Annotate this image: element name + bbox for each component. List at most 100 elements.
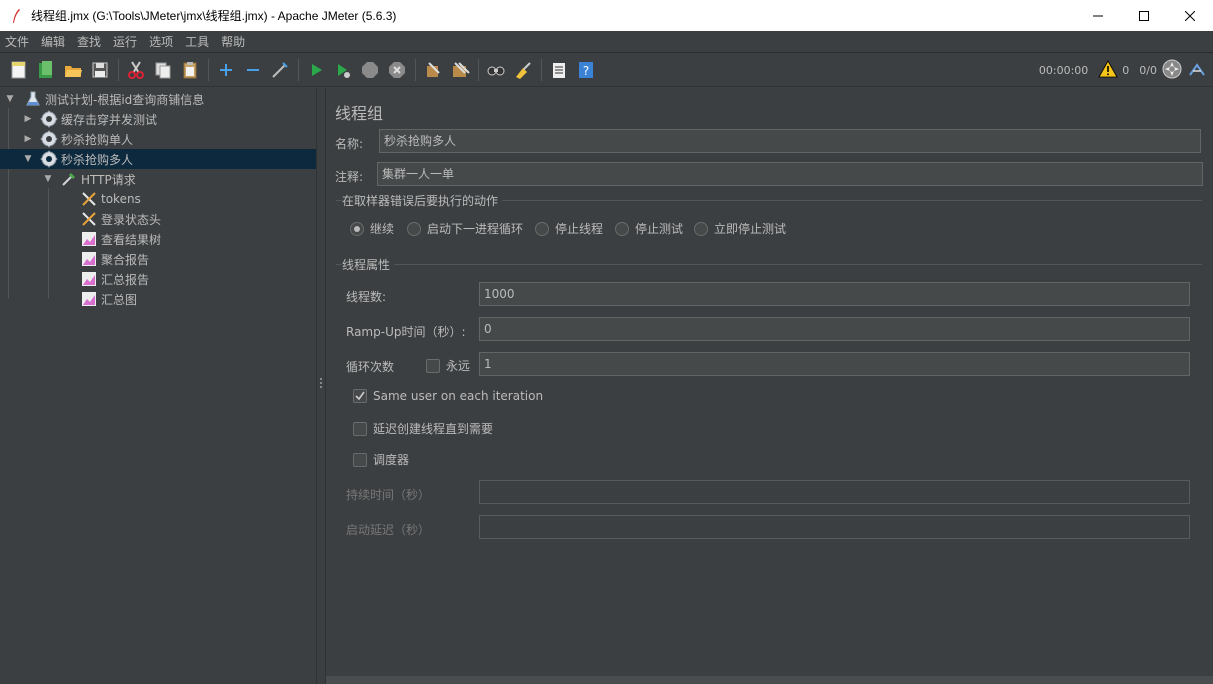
delay-thread-creation-checkbox[interactable]: 延迟创建线程直到需要: [353, 420, 493, 437]
tree-node-label: 测试计划-根据id查询商铺信息: [45, 92, 205, 107]
tree-node-label: 汇总报告: [101, 272, 150, 287]
save-icon[interactable]: [87, 57, 113, 83]
search-icon[interactable]: [483, 57, 509, 83]
horizontal-scrollbar[interactable]: [326, 676, 1213, 684]
jmeter-feather-icon: [9, 8, 23, 24]
same-user-checkbox[interactable]: Same user on each iteration: [353, 389, 543, 403]
rampup-field[interactable]: 0: [479, 317, 1190, 341]
startup-delay-field[interactable]: [479, 515, 1190, 539]
checkbox-box: [353, 421, 367, 436]
checkbox-label: 调度器: [373, 453, 410, 467]
duration-field[interactable]: [479, 480, 1190, 504]
panel-splitter[interactable]: [316, 88, 326, 684]
tree-node-label: HTTP请求: [81, 172, 136, 187]
radio-circle: [694, 221, 708, 236]
gear-icon: [40, 110, 58, 128]
tree-node-thread-group-multi[interactable]: ▼ 秒杀抢购多人: [0, 149, 316, 169]
clear-all-icon[interactable]: [447, 57, 473, 83]
clear-icon[interactable]: [420, 57, 446, 83]
cut-icon[interactable]: [123, 57, 149, 83]
menu-tools[interactable]: 工具: [179, 31, 215, 53]
tree-node-summary-report[interactable]: 汇总报告: [0, 269, 316, 289]
start-icon[interactable]: [303, 57, 329, 83]
startup-delay-label: 启动延迟（秒）: [346, 523, 431, 537]
tree-node-thread-group-single[interactable]: ▶ 秒杀抢购单人: [0, 129, 316, 149]
menu-run[interactable]: 运行: [107, 31, 143, 53]
tree-node-label: 登录状态头: [101, 212, 162, 227]
open-icon[interactable]: [60, 57, 86, 83]
collapse-all-icon[interactable]: [240, 57, 266, 83]
comment-label: 注释:: [335, 170, 364, 184]
tree-node-summary-graph[interactable]: 汇总图: [0, 289, 316, 309]
gear-icon: [40, 130, 58, 148]
paste-icon[interactable]: [177, 57, 203, 83]
chevron-right-icon[interactable]: ▶: [22, 133, 34, 145]
splitter-grip[interactable]: [320, 378, 323, 392]
toggle-icon[interactable]: [267, 57, 293, 83]
window-title: 线程组.jmx (G:\Tools\JMeter\jmx\线程组.jmx) - …: [31, 9, 397, 23]
elapsed-time: 00:00:00: [1038, 63, 1089, 77]
comment-field[interactable]: 集群一人一单: [377, 162, 1203, 186]
stop-icon[interactable]: [357, 57, 383, 83]
flask-icon: [24, 90, 42, 108]
radio-continue[interactable]: 继续: [350, 220, 394, 237]
radio-stop-thread[interactable]: 停止线程: [535, 220, 603, 237]
remote-engine-icon[interactable]: [1161, 58, 1183, 83]
help-icon[interactable]: ?: [573, 57, 599, 83]
chevron-down-icon[interactable]: ▼: [22, 153, 34, 165]
menu-edit[interactable]: 编辑: [35, 31, 71, 53]
threads-field[interactable]: 1000: [479, 282, 1190, 306]
templates-icon[interactable]: [33, 57, 59, 83]
threads-label: 线程数:: [346, 290, 387, 304]
shutdown-icon[interactable]: [384, 57, 410, 83]
minimize-button[interactable]: [1075, 0, 1121, 31]
forever-checkbox[interactable]: 永远: [426, 357, 470, 374]
tree-node-label: 缓存击穿并发测试: [61, 112, 158, 127]
tree-node-thread-group-cache[interactable]: ▶ 缓存击穿并发测试: [0, 109, 316, 129]
menu-help[interactable]: 帮助: [215, 31, 251, 53]
menu-search[interactable]: 查找: [71, 31, 107, 53]
warning-icon[interactable]: [1098, 59, 1118, 81]
tools-icon: [80, 190, 98, 208]
tools-icon: [80, 210, 98, 228]
function-helper-icon[interactable]: [546, 57, 572, 83]
tree-node-http-request[interactable]: ▼ HTTP请求: [0, 169, 316, 189]
radio-stop-test[interactable]: 停止测试: [615, 220, 683, 237]
chevron-down-icon[interactable]: ▼: [42, 173, 54, 185]
toolbar: ? 00:00:00 0 0/0: [0, 53, 1213, 87]
radio-circle: [350, 221, 364, 236]
chevron-right-icon[interactable]: ▶: [22, 113, 34, 125]
radio-circle: [407, 221, 421, 236]
duration-label: 持续时间（秒）: [346, 488, 431, 502]
thread-properties-section-title: 线程属性: [342, 256, 395, 273]
close-button[interactable]: [1167, 0, 1213, 31]
tree-node-aggregate-report[interactable]: 聚合报告: [0, 249, 316, 269]
start-no-pause-icon[interactable]: [330, 57, 356, 83]
tree-node-test-plan[interactable]: ▼ 测试计划-根据id查询商铺信息: [0, 89, 316, 109]
loop-count-field[interactable]: 1: [479, 352, 1190, 376]
tree-node-login-header[interactable]: 登录状态头: [0, 209, 316, 229]
expand-all-icon[interactable]: [213, 57, 239, 83]
loop-count-label: 循环次数: [346, 360, 395, 374]
radio-stop-test-now[interactable]: 立即停止测试: [694, 220, 786, 237]
tree-node-results-tree[interactable]: 查看结果树: [0, 229, 316, 249]
tree-node-label: 汇总图: [101, 292, 138, 307]
scheduler-checkbox[interactable]: 调度器: [353, 451, 409, 468]
copy-icon[interactable]: [150, 57, 176, 83]
menu-options[interactable]: 选项: [143, 31, 179, 53]
log-viewer-icon[interactable]: [1187, 59, 1207, 82]
checkbox-label: 永远: [446, 359, 471, 373]
name-field[interactable]: 秒杀抢购多人: [379, 129, 1201, 153]
chevron-down-icon[interactable]: ▼: [4, 93, 16, 105]
maximize-button[interactable]: [1121, 0, 1167, 31]
menu-file[interactable]: 文件: [0, 31, 35, 53]
tree-node-label: 秒杀抢购单人: [61, 132, 134, 147]
radio-label: 继续: [370, 222, 395, 236]
menu-bar: 文件 编辑 查找 运行 选项 工具 帮助: [0, 31, 1213, 53]
new-icon[interactable]: [6, 57, 32, 83]
radio-start-next-loop[interactable]: 启动下一进程循环: [407, 220, 523, 237]
reset-search-icon[interactable]: [510, 57, 536, 83]
pipette-icon: [60, 170, 78, 188]
checkbox-label: 延迟创建线程直到需要: [373, 422, 494, 436]
tree-node-tokens[interactable]: tokens: [0, 189, 316, 209]
